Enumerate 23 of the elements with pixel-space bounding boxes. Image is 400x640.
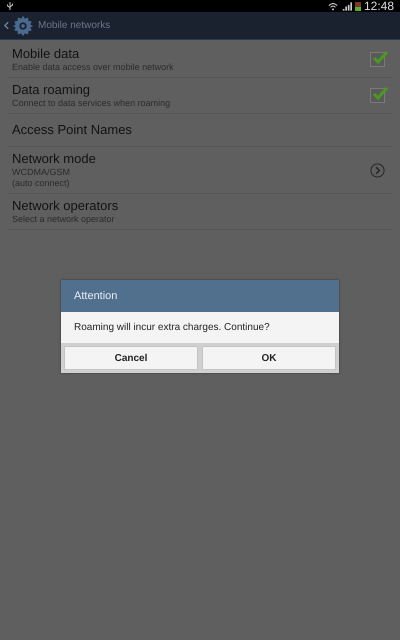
setting-title: Data roaming [12,82,92,98]
setting-title: Mobile data [12,46,80,62]
chevron-circle-icon [370,162,385,178]
setting-title: Network mode [12,151,97,167]
back-icon[interactable] [4,21,9,30]
dialog-button[interactable]: Cancel [64,346,198,370]
settings-row[interactable]: Access Point Names [8,114,392,147]
checkbox[interactable] [370,88,385,103]
settings-icon [12,14,34,36]
signal-icon [342,2,352,10]
setting-title: Network operators [12,198,120,214]
checkbox[interactable] [370,52,385,67]
usb-icon [6,1,14,11]
checkmark-icon [372,86,388,102]
battery-icon [354,1,361,11]
dialog-title: Attention [74,288,118,304]
dialog-message: Roaming will incur extra charges. Continue? [74,321,270,335]
screen-title: Mobile networks [38,19,110,33]
dialog-button[interactable]: OK [202,346,336,370]
wifi-icon [328,2,338,10]
setting-title: Access Point Names [12,122,133,138]
checkmark-icon [372,50,388,66]
clock: 12:48 [364,0,394,12]
